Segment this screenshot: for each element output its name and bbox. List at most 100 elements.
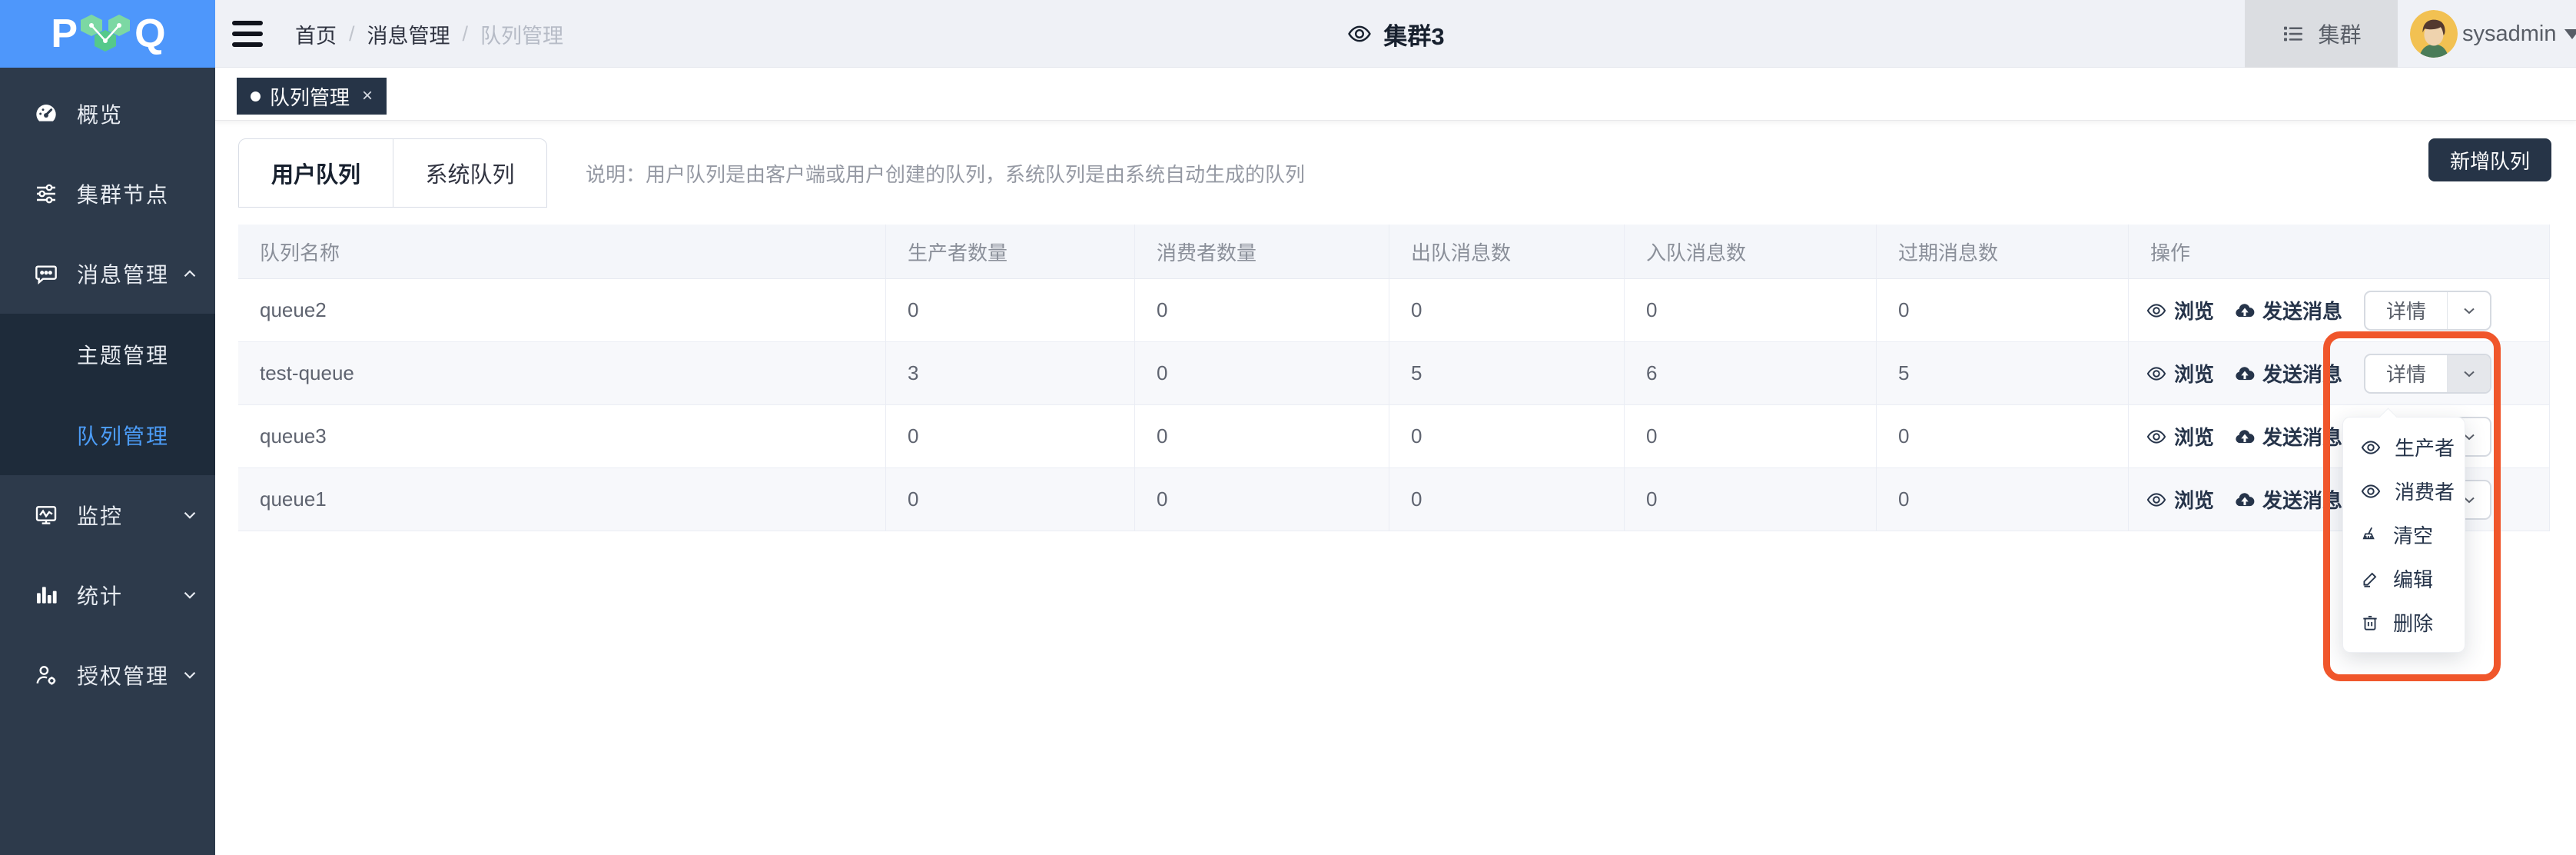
cell-enqueued: 0 bbox=[1625, 279, 1877, 342]
close-icon[interactable]: × bbox=[362, 85, 373, 107]
dropdown-item-producers[interactable]: 生产者 bbox=[2343, 425, 2465, 469]
table-row: queue3 0 0 0 0 0 浏览 发送消息 详情 bbox=[238, 405, 2550, 468]
eye-icon bbox=[2360, 481, 2382, 502]
eye-icon bbox=[2360, 437, 2382, 458]
username-label: sysadmin bbox=[2462, 22, 2557, 47]
top-header: 集群3 首页 / 消息管理 / 队列管理 集群 sysadmin bbox=[215, 0, 2576, 68]
breadcrumb-home[interactable]: 首页 bbox=[295, 19, 337, 49]
cell-enqueued: 6 bbox=[1625, 342, 1877, 405]
sidebar-item-topic-management[interactable]: 主题管理 bbox=[0, 314, 215, 394]
cell-producers: 0 bbox=[886, 468, 1135, 531]
chevron-down-icon bbox=[2460, 364, 2478, 383]
caret-down-icon bbox=[2564, 29, 2576, 39]
cloud-upload-icon bbox=[2234, 363, 2256, 384]
browse-button[interactable]: 浏览 bbox=[2146, 485, 2214, 514]
chevron-up-icon bbox=[180, 264, 200, 284]
sidebar-nav: 概览 集群节点 消息管理 主题管理 队列管理 bbox=[0, 68, 215, 715]
send-message-button[interactable]: 发送消息 bbox=[2234, 485, 2342, 514]
tab-system-queues[interactable]: 系统队列 bbox=[393, 139, 546, 207]
chevron-down-icon bbox=[180, 505, 200, 525]
send-message-button[interactable]: 发送消息 bbox=[2234, 296, 2342, 324]
breadcrumb-separator: / bbox=[463, 22, 469, 46]
hamburger-menu-icon[interactable] bbox=[232, 21, 263, 47]
eye-icon bbox=[2146, 363, 2167, 384]
sidebar-item-label: 概览 bbox=[77, 98, 123, 129]
column-header-queue-name: 队列名称 bbox=[238, 225, 886, 279]
cell-producers: 0 bbox=[886, 405, 1135, 468]
sidebar-item-message-management[interactable]: 消息管理 bbox=[0, 234, 215, 314]
table-row: test-queue 3 0 5 6 5 浏览 发送消息 详情 bbox=[238, 342, 2550, 405]
details-split-button[interactable]: 详情 bbox=[2364, 291, 2491, 331]
cluster-title-wrap: 集群3 bbox=[215, 0, 2576, 68]
logo-letter-q: Q bbox=[134, 11, 164, 57]
cell-dequeued: 5 bbox=[1389, 342, 1625, 405]
breadcrumb: 首页 / 消息管理 / 队列管理 bbox=[295, 19, 563, 49]
cell-consumers: 0 bbox=[1135, 342, 1389, 405]
cell-producers: 3 bbox=[886, 342, 1135, 405]
browse-button[interactable]: 浏览 bbox=[2146, 296, 2214, 324]
eye-icon bbox=[2146, 489, 2167, 511]
queue-type-tabs: 用户队列 系统队列 bbox=[238, 138, 547, 208]
cell-expired: 0 bbox=[1877, 468, 2129, 531]
eye-icon bbox=[1346, 21, 1373, 47]
tab-user-queues[interactable]: 用户队列 bbox=[239, 139, 393, 207]
details-split-button[interactable]: 详情 bbox=[2364, 354, 2491, 394]
cluster-select-button[interactable]: 集群 bbox=[2245, 0, 2398, 68]
browse-button[interactable]: 浏览 bbox=[2146, 359, 2214, 388]
column-header-expired: 过期消息数 bbox=[1877, 225, 2129, 279]
add-queue-button[interactable]: 新增队列 bbox=[2428, 138, 2551, 181]
column-header-dequeued: 出队消息数 bbox=[1389, 225, 1625, 279]
sidebar-item-cluster-nodes[interactable]: 集群节点 bbox=[0, 154, 215, 234]
browse-button[interactable]: 浏览 bbox=[2146, 422, 2214, 451]
queue-table: 队列名称 生产者数量 消费者数量 出队消息数 入队消息数 过期消息数 操作 qu… bbox=[238, 225, 2550, 531]
eye-icon bbox=[2146, 426, 2167, 447]
sidebar-item-overview[interactable]: 概览 bbox=[0, 74, 215, 154]
breadcrumb-separator: / bbox=[349, 22, 355, 46]
cell-producers: 0 bbox=[886, 279, 1135, 342]
cell-enqueued: 0 bbox=[1625, 405, 1877, 468]
cell-actions: 浏览 发送消息 详情 bbox=[2129, 279, 2550, 342]
app-logo[interactable]: P Q bbox=[0, 0, 215, 68]
dashboard-icon bbox=[34, 101, 58, 126]
tag-queue-management[interactable]: 队列管理 × bbox=[237, 78, 387, 115]
details-dropdown-toggle[interactable] bbox=[2447, 292, 2490, 329]
list-icon bbox=[2281, 22, 2305, 46]
cell-queue-name: queue2 bbox=[238, 279, 886, 342]
breadcrumb-section[interactable]: 消息管理 bbox=[367, 19, 450, 49]
sidebar-item-queue-management[interactable]: 队列管理 bbox=[0, 394, 215, 475]
user-menu[interactable]: sysadmin bbox=[2410, 0, 2576, 68]
send-message-button[interactable]: 发送消息 bbox=[2234, 422, 2342, 451]
cloud-upload-icon bbox=[2234, 489, 2256, 511]
table-row: queue1 0 0 0 0 0 浏览 发送消息 详情 bbox=[238, 468, 2550, 531]
details-button-label[interactable]: 详情 bbox=[2365, 292, 2447, 329]
sidebar-item-label: 消息管理 bbox=[77, 258, 169, 289]
column-header-consumers: 消费者数量 bbox=[1135, 225, 1389, 279]
dropdown-item-delete[interactable]: 删除 bbox=[2343, 600, 2465, 644]
chevron-down-icon bbox=[180, 585, 200, 605]
dropdown-item-edit[interactable]: 编辑 bbox=[2343, 557, 2465, 600]
sidebar-item-label: 队列管理 bbox=[77, 420, 169, 451]
cell-expired: 0 bbox=[1877, 279, 2129, 342]
bar-chart-icon bbox=[34, 583, 58, 607]
sidebar-item-monitoring[interactable]: 监控 bbox=[0, 475, 215, 555]
send-message-button[interactable]: 发送消息 bbox=[2234, 359, 2342, 388]
edit-icon bbox=[2360, 569, 2380, 589]
table-row: queue2 0 0 0 0 0 浏览 发送消息 详情 bbox=[238, 279, 2550, 342]
dropdown-item-consumers[interactable]: 消费者 bbox=[2343, 469, 2465, 513]
open-tags-bar: 队列管理 × bbox=[215, 68, 2576, 121]
sidebar-item-statistics[interactable]: 统计 bbox=[0, 555, 215, 635]
chevron-down-icon bbox=[180, 665, 200, 685]
cell-consumers: 0 bbox=[1135, 468, 1389, 531]
cell-queue-name: queue1 bbox=[238, 468, 886, 531]
broom-icon bbox=[2360, 525, 2380, 545]
cell-expired: 0 bbox=[1877, 405, 2129, 468]
sidebar-item-authorization[interactable]: 授权管理 bbox=[0, 635, 215, 715]
logo-hexagons-icon bbox=[78, 12, 133, 56]
table-header-row: 队列名称 生产者数量 消费者数量 出队消息数 入队消息数 过期消息数 操作 bbox=[238, 225, 2550, 279]
dropdown-item-clear[interactable]: 清空 bbox=[2343, 513, 2465, 557]
details-dropdown-toggle[interactable] bbox=[2447, 355, 2490, 392]
cell-dequeued: 0 bbox=[1389, 468, 1625, 531]
details-button-label[interactable]: 详情 bbox=[2365, 355, 2447, 392]
sidebar: P Q 概览 集群节点 bbox=[0, 0, 215, 855]
cell-actions: 浏览 发送消息 详情 bbox=[2129, 468, 2550, 531]
